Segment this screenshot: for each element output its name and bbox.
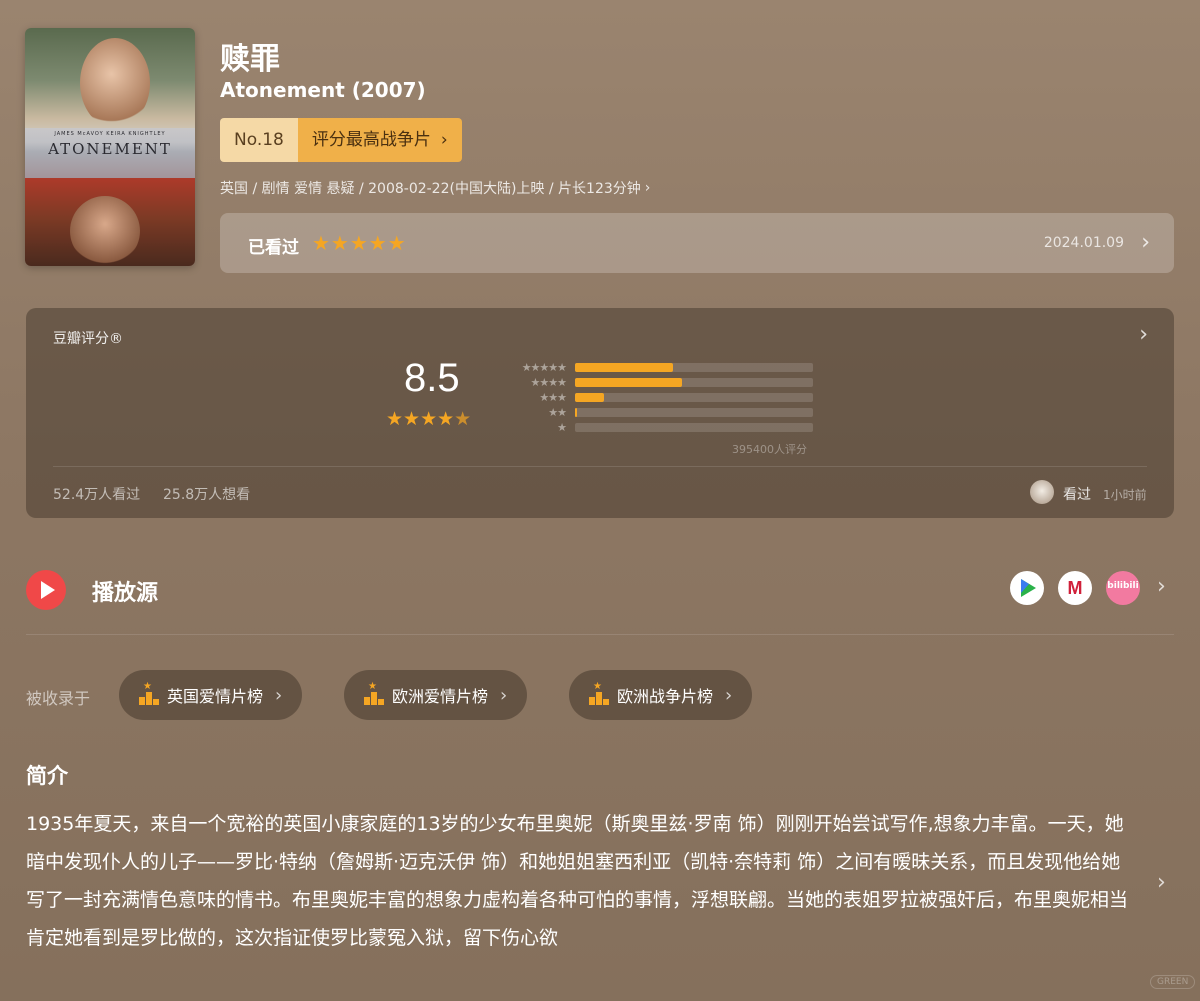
chevron-right-icon[interactable]: › bbox=[1139, 322, 1148, 347]
rating-bar-label: ★★ bbox=[548, 406, 567, 419]
rating-stars: ★★★★★ bbox=[386, 408, 471, 430]
movie-meta-text: 英国 / 剧情 爱情 悬疑 / 2008-02-22(中国大陆)上映 / 片长1… bbox=[220, 181, 641, 197]
list-chip-eu-romance[interactable]: ★ 欧洲爱情片榜 › bbox=[344, 670, 528, 720]
ranking-icon: ★ bbox=[589, 681, 609, 705]
avatar[interactable] bbox=[1030, 480, 1054, 504]
movie-title: 赎罪 bbox=[220, 42, 280, 77]
rating-bar-fill bbox=[575, 378, 683, 387]
tencent-video-icon[interactable] bbox=[1010, 571, 1044, 605]
list-chip-label: 欧洲爱情片榜 bbox=[392, 687, 489, 706]
chevron-right-icon: › bbox=[275, 684, 283, 706]
rating-bar-label: ★ bbox=[557, 421, 567, 434]
poster-face-bottom bbox=[70, 196, 140, 266]
ranking-icon: ★ bbox=[364, 681, 384, 705]
rank-badge[interactable]: No.18 评分最高战争片 › bbox=[220, 118, 462, 162]
intro-heading: 简介 bbox=[26, 764, 68, 788]
poster-title: ATONEMENT bbox=[48, 140, 172, 158]
friend-action: 看过 bbox=[1063, 487, 1091, 503]
rating-distribution: ★★★★★ ★★★★ ★★★ ★★ ★ bbox=[506, 360, 816, 435]
rank-label-wrap: 评分最高战争片 › bbox=[297, 118, 462, 162]
rating-bar-fill bbox=[575, 363, 673, 372]
chevron-right-icon: › bbox=[440, 130, 448, 150]
chevron-right-icon[interactable]: › bbox=[1157, 870, 1166, 895]
divider bbox=[53, 466, 1147, 467]
ranking-icon: ★ bbox=[139, 681, 159, 705]
rating-bar-fill bbox=[575, 408, 578, 417]
rating-bar-1: ★ bbox=[506, 420, 816, 435]
play-icon[interactable] bbox=[26, 570, 66, 610]
mgtv-icon[interactable]: M bbox=[1058, 571, 1092, 605]
my-rating-stars: ★★★★★ bbox=[312, 231, 407, 255]
play-source-label[interactable]: 播放源 bbox=[92, 575, 158, 607]
list-chip-label: 英国爱情片榜 bbox=[167, 687, 264, 706]
bilibili-icon[interactable]: bilibili bbox=[1106, 571, 1140, 605]
rating-count: 395400人评分 bbox=[732, 443, 807, 456]
rating-bar-5: ★★★★★ bbox=[506, 360, 816, 375]
rating-bar-3: ★★★ bbox=[506, 390, 816, 405]
rating-bar-4: ★★★★ bbox=[506, 375, 816, 390]
rating-bar-label: ★★★★★ bbox=[521, 361, 567, 374]
rating-score: 8.5 bbox=[404, 356, 460, 400]
chevron-right-icon: › bbox=[1141, 230, 1150, 255]
list-chip-eu-war[interactable]: ★ 欧洲战争片榜 › bbox=[569, 670, 753, 720]
watermark: GREEN bbox=[1150, 975, 1196, 989]
poster-face-top bbox=[80, 38, 150, 128]
douban-rating-card[interactable]: 豆瓣评分® › 8.5 ★★★★★ ★★★★★ ★★★★ ★★★ ★★ ★ 39… bbox=[26, 308, 1174, 518]
poster-cast: JAMES McAVOY KEIRA KNIGHTLEY bbox=[54, 131, 166, 137]
chevron-right-icon: › bbox=[725, 684, 733, 706]
friend-time: 1小时前 bbox=[1103, 488, 1147, 502]
rating-bar-fill bbox=[575, 393, 604, 402]
rating-bar-label: ★★★ bbox=[539, 391, 567, 404]
rating-header: 豆瓣评分® bbox=[53, 331, 123, 347]
chevron-right-icon: › bbox=[644, 180, 651, 196]
chevron-right-icon[interactable]: › bbox=[1157, 574, 1166, 599]
want-count[interactable]: 25.8万人想看 bbox=[163, 484, 250, 504]
divider bbox=[26, 634, 1174, 635]
bilibili-text: bilibili bbox=[1107, 581, 1139, 591]
rating-stars-half: ★ bbox=[454, 408, 472, 430]
movie-original-title: Atonement (2007) bbox=[220, 78, 426, 102]
intro-text[interactable]: 1935年夏天，来自一个宽裕的英国小康家庭的13岁的少女布里奥妮（斯奥里兹·罗南… bbox=[26, 805, 1134, 957]
movie-poster[interactable]: JAMES McAVOY KEIRA KNIGHTLEY ATONEMENT bbox=[25, 28, 195, 266]
chevron-right-icon: › bbox=[500, 684, 508, 706]
movie-meta[interactable]: 英国 / 剧情 爱情 悬疑 / 2008-02-22(中国大陆)上映 / 片长1… bbox=[220, 178, 650, 198]
my-status-label: 已看过 bbox=[248, 238, 299, 258]
included-label: 被收录于 bbox=[26, 689, 91, 708]
list-chip-label: 欧洲战争片榜 bbox=[617, 687, 714, 706]
rating-bar-label: ★★★★ bbox=[530, 376, 567, 389]
my-status-date: 2024.01.09 bbox=[1043, 235, 1124, 251]
rank-label: 评分最高战争片 bbox=[311, 130, 431, 150]
rating-bar-2: ★★ bbox=[506, 405, 816, 420]
list-chip-uk-romance[interactable]: ★ 英国爱情片榜 › bbox=[119, 670, 303, 720]
watched-count[interactable]: 52.4万人看过 bbox=[53, 484, 140, 504]
rank-number: No.18 bbox=[220, 118, 298, 162]
rating-stars-full: ★★★★ bbox=[386, 408, 455, 430]
my-status-bar[interactable]: 已看过 ★★★★★ 2024.01.09 › bbox=[220, 213, 1174, 273]
